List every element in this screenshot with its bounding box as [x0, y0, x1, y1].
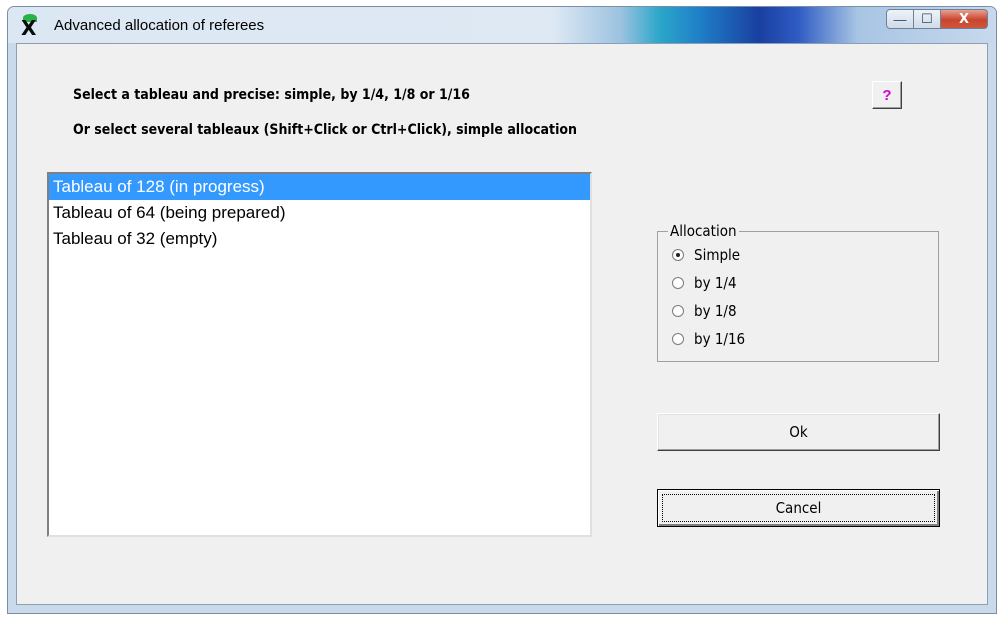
close-button[interactable]: X [940, 9, 988, 29]
allocation-groupbox: Allocation Simple by 1/4 by 1/8 by 1/16 [657, 222, 939, 362]
window-controls: — ☐ X [886, 9, 988, 31]
instruction-line-1: Select a tableau and precise: simple, by… [73, 87, 470, 103]
dialog-window: X Advanced allocation of referees — ☐ X … [7, 6, 997, 614]
radio-eighth[interactable]: by 1/8 [672, 302, 737, 320]
tableau-listbox[interactable]: Tableau of 128 (in progress) Tableau of … [47, 172, 592, 537]
radio-simple-circle[interactable] [672, 249, 684, 261]
radio-quarter-circle[interactable] [672, 277, 684, 289]
window-title: Advanced allocation of referees [54, 17, 265, 34]
help-button[interactable]: ? [872, 81, 902, 109]
ok-button-label: Ok [789, 423, 808, 441]
instruction-line-2: Or select several tableaux (Shift+Click … [73, 122, 578, 138]
tableau-list-item-128[interactable]: Tableau of 128 (in progress) [49, 174, 590, 200]
focus-rectangle [662, 494, 935, 522]
maximize-button[interactable]: ☐ [913, 9, 941, 29]
allocation-group-label: Allocation [668, 222, 739, 240]
radio-sixteenth[interactable]: by 1/16 [672, 330, 745, 348]
tableau-list-item-64[interactable]: Tableau of 64 (being prepared) [49, 200, 590, 226]
radio-sixteenth-circle[interactable] [672, 333, 684, 345]
radio-eighth-circle[interactable] [672, 305, 684, 317]
app-logo-icon: X [21, 14, 37, 40]
ok-button[interactable]: Ok [657, 413, 940, 451]
tableau-list-item-32[interactable]: Tableau of 32 (empty) [49, 226, 590, 252]
radio-quarter-label[interactable]: by 1/4 [694, 274, 737, 292]
minimize-button[interactable]: — [886, 9, 914, 29]
title-bar[interactable]: X Advanced allocation of referees — ☐ X [8, 7, 996, 43]
radio-simple-label[interactable]: Simple [694, 246, 740, 264]
radio-sixteenth-label[interactable]: by 1/16 [694, 330, 745, 348]
radio-simple[interactable]: Simple [672, 246, 740, 264]
dialog-body: Select a tableau and precise: simple, by… [16, 43, 988, 605]
cancel-button[interactable]: Cancel [657, 489, 940, 527]
radio-eighth-label[interactable]: by 1/8 [694, 302, 737, 320]
radio-quarter[interactable]: by 1/4 [672, 274, 737, 292]
